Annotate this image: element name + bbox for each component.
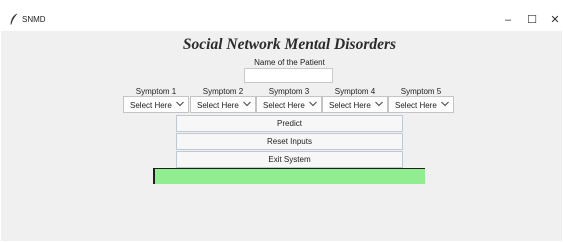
symptom-2-value: Select Here (197, 101, 239, 110)
window-title: SNMD (22, 15, 46, 24)
patient-name-input[interactable] (244, 68, 333, 83)
symptom-2-label: Symptom 2 (202, 87, 244, 96)
exit-system-button[interactable]: Exit System (176, 151, 403, 168)
symptom-3-select[interactable]: Select Here (256, 96, 322, 113)
chevron-down-icon (309, 101, 317, 107)
feather-icon (10, 13, 18, 25)
patient-name-label: Name of the Patient (254, 58, 325, 67)
page-title: Social Network Mental Disorders (182, 36, 397, 53)
chevron-down-icon (176, 101, 184, 107)
maximize-button[interactable]: ☐ (522, 11, 542, 29)
chevron-down-icon (375, 101, 383, 107)
symptom-5-label: Symptom 5 (400, 87, 442, 96)
predict-button[interactable]: Predict (176, 115, 403, 132)
minimize-button[interactable]: – (498, 11, 518, 29)
close-button[interactable]: ✕ (545, 11, 563, 29)
symptom-1-label: Symptom 1 (135, 87, 177, 96)
symptom-4-select[interactable]: Select Here (322, 96, 388, 113)
reset-inputs-button[interactable]: Reset Inputs (176, 133, 403, 150)
symptom-4-value: Select Here (329, 101, 371, 110)
result-display (153, 168, 425, 184)
chevron-down-icon (243, 101, 251, 107)
symptom-1-value: Select Here (130, 101, 172, 110)
symptom-3-value: Select Here (263, 101, 305, 110)
symptom-1-select[interactable]: Select Here (123, 96, 189, 113)
symptom-2-select[interactable]: Select Here (190, 96, 256, 113)
symptom-3-label: Symptom 3 (268, 87, 310, 96)
title-bar: SNMD – ☐ ✕ (0, 0, 563, 31)
symptom-5-value: Select Here (395, 101, 437, 110)
symptom-4-label: Symptom 4 (334, 87, 376, 96)
chevron-down-icon (441, 101, 449, 107)
symptom-5-select[interactable]: Select Here (388, 96, 454, 113)
